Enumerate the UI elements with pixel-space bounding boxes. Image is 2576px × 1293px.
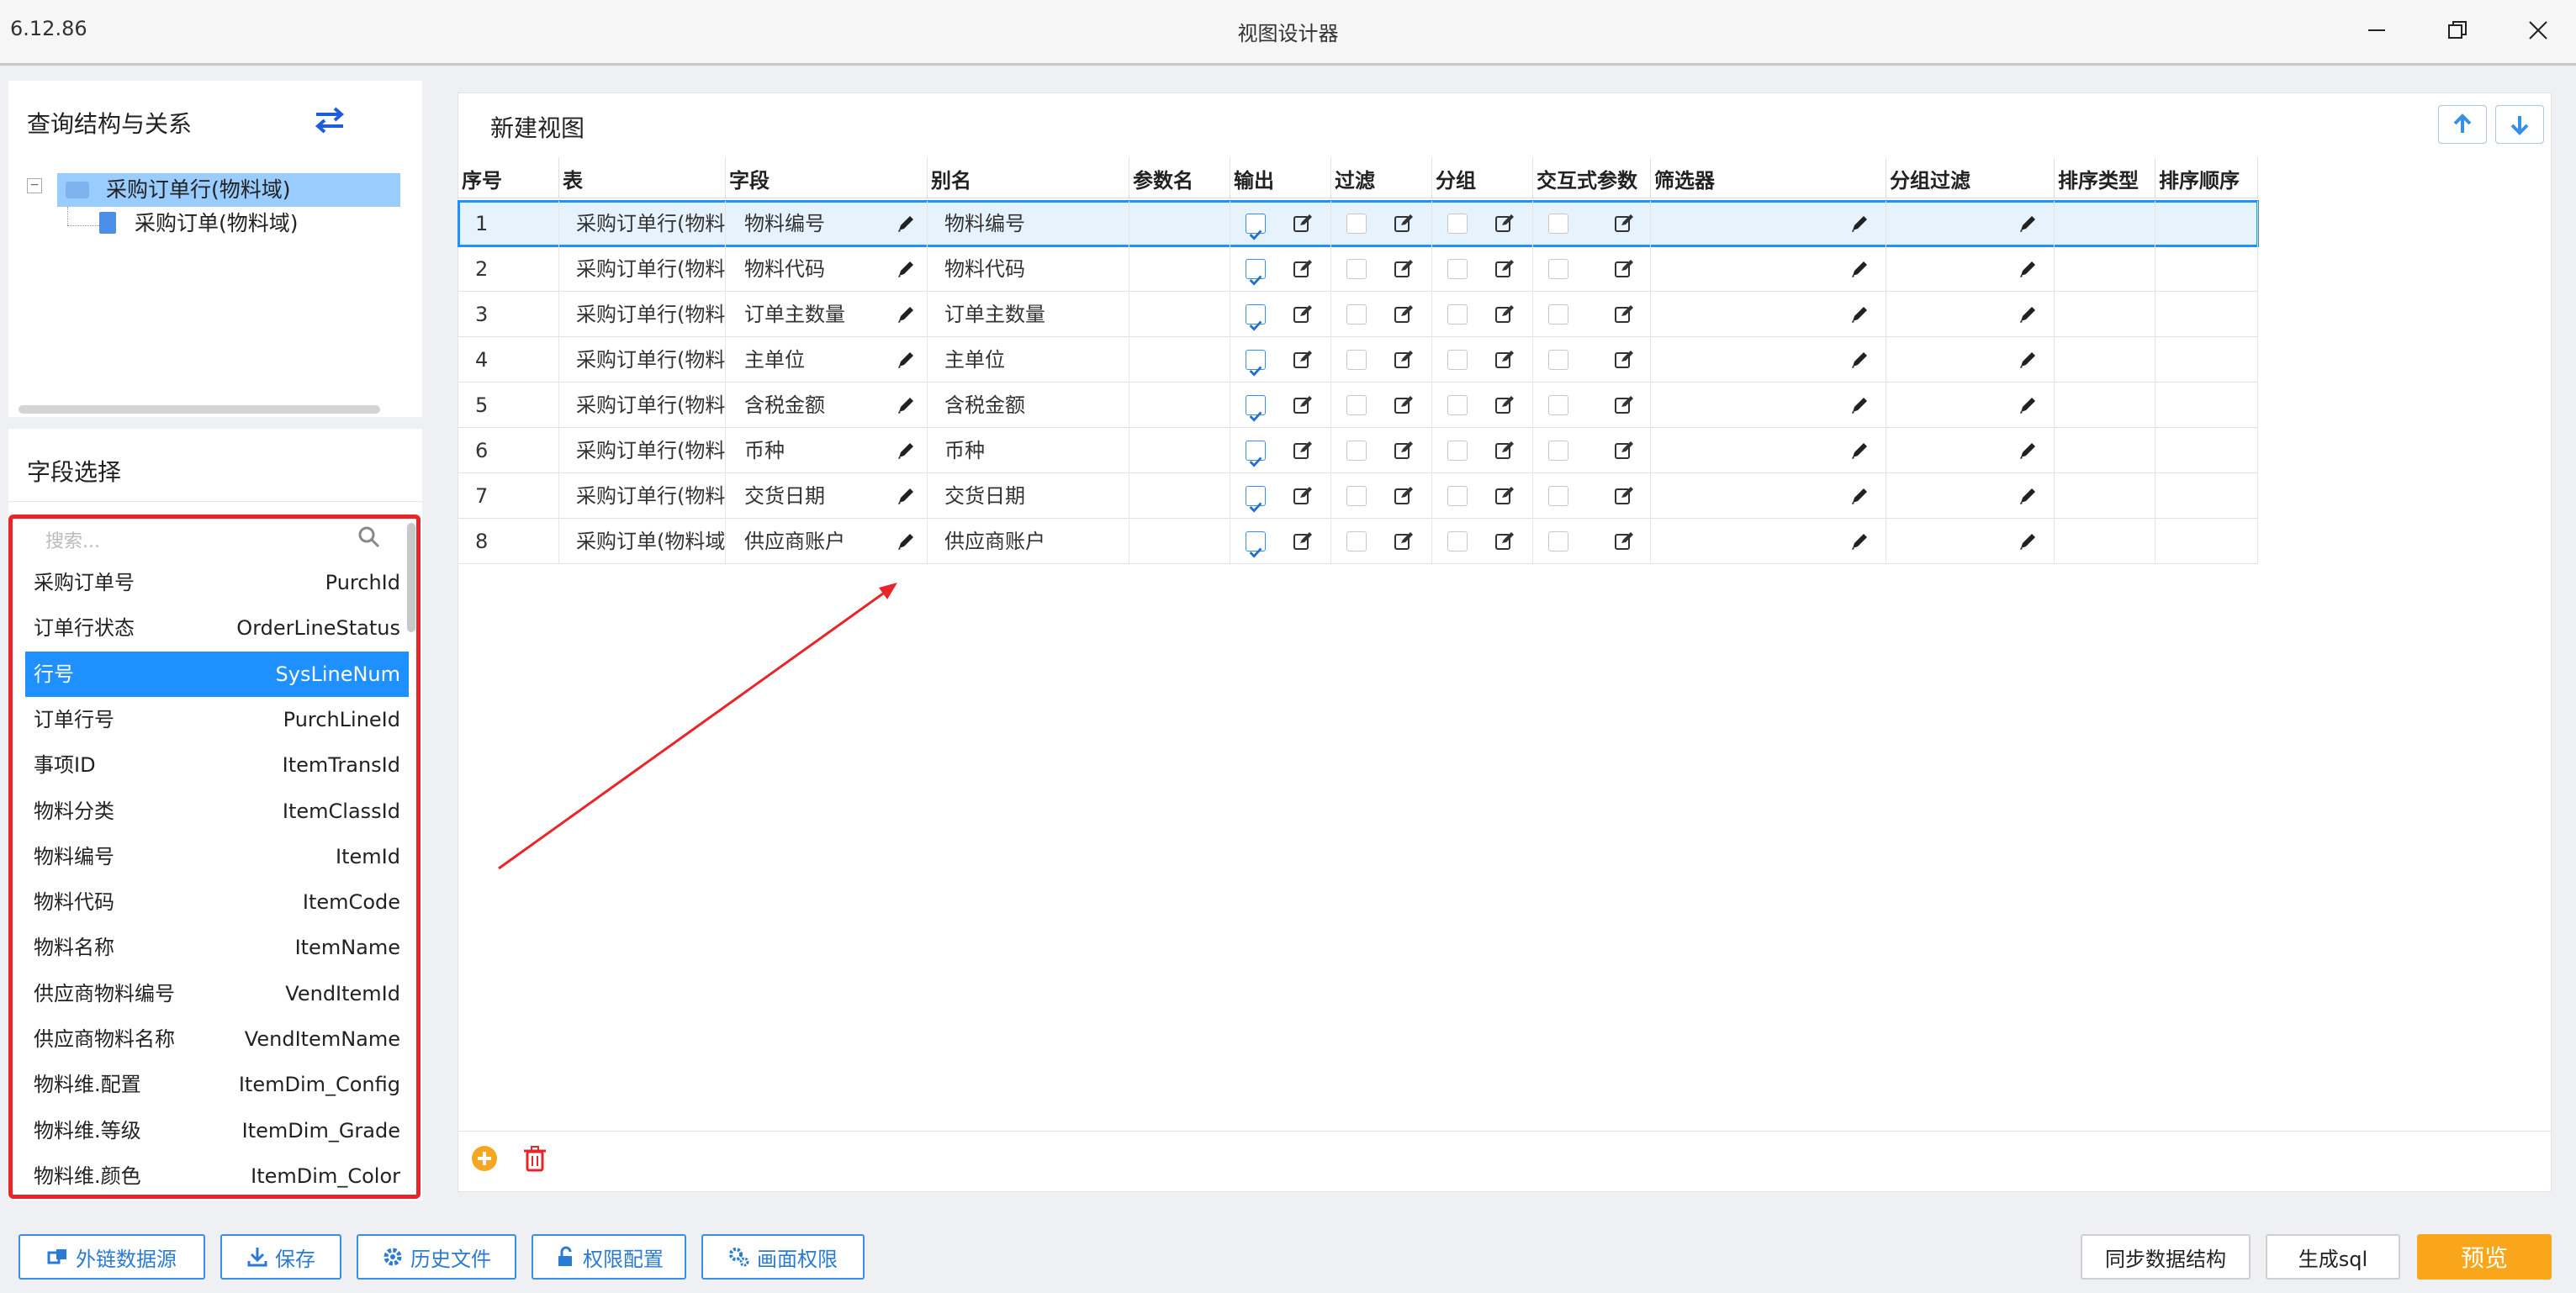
sync-structure-button[interactable]: 同步数据结构 — [2081, 1234, 2251, 1280]
field-code: ItemDim_Config — [238, 1073, 400, 1097]
field-list-item[interactable]: 订单行状态 OrderLineStatus — [25, 605, 409, 651]
generate-sql-button[interactable]: 生成sql — [2266, 1234, 2400, 1280]
screen-permission-button[interactable]: 画面权限 — [701, 1234, 865, 1280]
field-list-item[interactable]: 行号 SysLineNum — [25, 651, 409, 697]
field-code: ItemDim_Grade — [241, 1118, 400, 1143]
button-label: 保存 — [275, 1247, 315, 1271]
tree-connector — [67, 207, 68, 225]
field-list-item[interactable]: 物料维.等级 ItemDim_Grade — [25, 1108, 409, 1153]
horizontal-scrollbar[interactable] — [19, 405, 380, 414]
field-list-item[interactable]: 物料名称 ItemName — [25, 925, 409, 970]
link-datasource-icon — [47, 1249, 66, 1264]
field-code: OrderLineStatus — [236, 616, 400, 641]
field-label: 物料代码 — [34, 890, 114, 915]
download-icon — [247, 1248, 267, 1267]
delete-row-icon[interactable] — [521, 1144, 549, 1173]
button-label: 外链数据源 — [76, 1247, 177, 1271]
document-icon — [99, 212, 116, 234]
view-designer-panel: 新建视图 序号表字段 别名 参数名 输出 过滤 分组 交互式参数 筛选器 分组过滤 排序类型 排序顺… — [458, 92, 2552, 1192]
field-label: 供应商物料名称 — [34, 1027, 175, 1051]
vertical-scrollbar[interactable] — [407, 523, 415, 632]
field-code: ItemDim_Color — [251, 1164, 400, 1188]
divider — [458, 1131, 2551, 1132]
unlock-icon — [558, 1246, 572, 1266]
field-label: 物料维.颜色 — [34, 1164, 141, 1188]
field-list-item[interactable]: 采购订单号 PurchId — [25, 560, 409, 605]
field-label: 物料维.配置 — [34, 1073, 141, 1097]
field-list-item[interactable]: 物料代码 ItemCode — [25, 879, 409, 925]
button-label: 画面权限 — [757, 1247, 838, 1271]
window-title: 视图设计器 — [1237, 22, 1339, 45]
field-code: ItemClassId — [282, 799, 400, 823]
swap-icon[interactable] — [313, 106, 346, 135]
field-code: SysLineNum — [275, 662, 401, 686]
tree-node-purchase-order[interactable]: 采购订单(物料域) — [93, 207, 395, 240]
field-code: ItemTransId — [282, 753, 400, 778]
field-code: VendItemId — [285, 981, 400, 1005]
history-files-button[interactable]: 历史文件 — [357, 1234, 516, 1280]
tree-collapse-toggle[interactable]: − — [27, 178, 42, 193]
field-label: 订单行号 — [34, 707, 114, 731]
table-node-icon — [66, 182, 89, 198]
field-code: PurchLineId — [283, 707, 400, 731]
field-label: 物料维.等级 — [34, 1118, 141, 1143]
field-code: VendItemName — [244, 1027, 400, 1051]
restore-icon — [2448, 21, 2467, 39]
query-structure-title: 查询结构与关系 — [27, 110, 193, 138]
field-label: 供应商物料编号 — [34, 981, 175, 1005]
divider — [8, 501, 422, 502]
close-icon — [2529, 21, 2547, 40]
field-code: ItemId — [336, 844, 400, 868]
preview-button[interactable]: 预览 — [2417, 1234, 2552, 1280]
field-select-panel: 字段选择 搜索... 采购订单号 PurchId 订单行状态 OrderLineSta… — [8, 429, 422, 1201]
tree-node-label: 采购订单行(物料域) — [106, 177, 291, 202]
gear-icon — [383, 1248, 402, 1266]
field-label: 订单行状态 — [34, 616, 135, 641]
restore-button[interactable] — [2417, 0, 2498, 61]
field-label: 行号 — [34, 662, 74, 686]
external-datasource-button[interactable]: 外链数据源 — [19, 1234, 205, 1280]
field-label: 物料编号 — [34, 844, 114, 868]
gears-icon — [729, 1248, 749, 1267]
close-button[interactable] — [2498, 0, 2576, 61]
tree-node-purchase-order-line[interactable]: 采购订单行(物料域) — [57, 173, 400, 207]
field-list-item[interactable]: 物料分类 ItemClassId — [25, 789, 409, 834]
field-label: 采购订单号 — [34, 571, 135, 594]
field-code: ItemCode — [302, 890, 400, 915]
field-list-item[interactable]: 供应商物料名称 VendItemName — [25, 1016, 409, 1062]
field-list-item[interactable]: 物料编号 ItemId — [25, 834, 409, 879]
field-code: PurchId — [325, 571, 400, 594]
field-list-item[interactable]: 事项ID ItemTransId — [25, 742, 409, 788]
minimize-button[interactable] — [2336, 0, 2417, 61]
field-list-item[interactable]: 物料维.颜色 ItemDim_Color — [25, 1153, 409, 1199]
annotation-arrow — [498, 583, 897, 870]
tree-node-label: 采购订单(物料域) — [135, 211, 299, 235]
field-label: 物料分类 — [34, 799, 114, 823]
button-label: 历史文件 — [410, 1247, 491, 1271]
permission-config-button[interactable]: 权限配置 — [532, 1234, 686, 1280]
field-list-item[interactable]: 供应商物料编号 VendItemId — [25, 971, 409, 1016]
field-label: 事项ID — [34, 753, 96, 778]
field-search-input[interactable]: 搜索... — [45, 526, 100, 553]
minimize-icon — [2368, 29, 2385, 31]
field-list-item[interactable]: 物料维.配置 ItemDim_Config — [25, 1062, 409, 1107]
field-list-item[interactable]: 订单行号 PurchLineId — [25, 697, 409, 742]
field-select-title: 字段选择 — [27, 458, 122, 486]
title-bar: 6.12.86 视图设计器 — [0, 0, 2576, 66]
field-label: 物料名称 — [34, 936, 114, 960]
button-label: 权限配置 — [583, 1247, 664, 1271]
query-structure-panel: 查询结构与关系 − 采购订单行(物料域) 采购订单(物料域) — [8, 81, 422, 417]
search-icon[interactable] — [357, 525, 382, 550]
field-code: ItemName — [294, 936, 400, 960]
save-button[interactable]: 保存 — [220, 1234, 341, 1280]
add-row-icon[interactable] — [470, 1144, 499, 1173]
